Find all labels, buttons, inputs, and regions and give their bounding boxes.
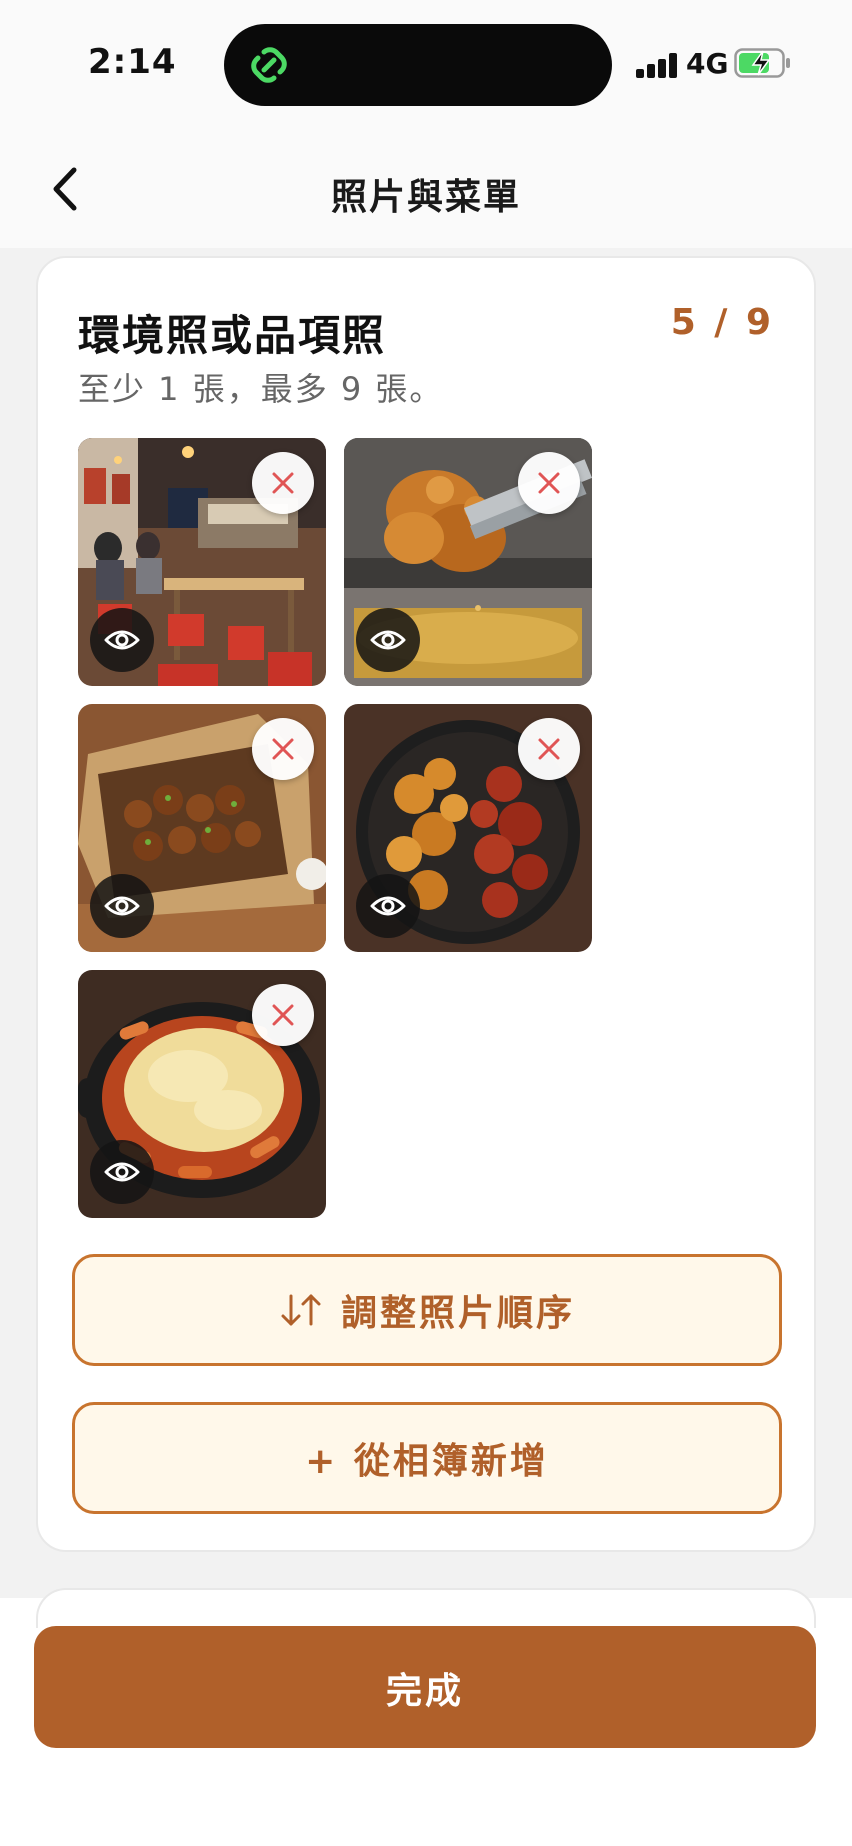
- preview-photo-button[interactable]: [356, 608, 420, 672]
- section-subtitle: 至少 1 張，最多 9 張。: [78, 370, 444, 408]
- photo-tile[interactable]: [78, 438, 326, 686]
- photos-section-card: 環境照或品項照 5 / 9 至少 1 張，最多 9 張。 調整照片順序 + 從相…: [36, 256, 816, 1552]
- reorder-button-label: 調整照片順序: [340, 1293, 575, 1334]
- close-icon: [272, 472, 294, 494]
- delete-photo-button[interactable]: [518, 718, 580, 780]
- eye-icon: [104, 630, 140, 650]
- battery-charging-icon: [734, 48, 790, 78]
- photo-tile[interactable]: [78, 704, 326, 952]
- preview-photo-button[interactable]: [356, 874, 420, 938]
- preview-photo-button[interactable]: [90, 608, 154, 672]
- dynamic-island: [224, 24, 612, 106]
- network-type: 4G: [686, 47, 729, 80]
- delete-photo-button[interactable]: [252, 984, 314, 1046]
- close-icon: [272, 1004, 294, 1026]
- delete-photo-button[interactable]: [518, 452, 580, 514]
- signal-icon: [636, 52, 680, 78]
- reorder-photos-button[interactable]: 調整照片順序: [72, 1254, 782, 1366]
- add-button-label: + 從相簿新增: [305, 1441, 549, 1482]
- preview-photo-button[interactable]: [90, 874, 154, 938]
- eye-icon: [370, 896, 406, 916]
- close-icon: [538, 738, 560, 760]
- eye-icon: [104, 896, 140, 916]
- eye-icon: [370, 630, 406, 650]
- close-icon: [538, 472, 560, 494]
- status-bar: 2:14 4G: [0, 0, 852, 130]
- add-from-album-button[interactable]: + 從相簿新增: [72, 1402, 782, 1514]
- done-button-label: 完成: [385, 1671, 464, 1712]
- page-title: 照片與菜單: [330, 177, 521, 218]
- photo-tile[interactable]: [344, 704, 592, 952]
- delete-photo-button[interactable]: [252, 452, 314, 514]
- close-icon: [272, 738, 294, 760]
- sort-arrows-icon: [281, 1294, 321, 1326]
- photo-tile[interactable]: [344, 438, 592, 686]
- nav-bar: 照片與菜單: [0, 130, 852, 248]
- delete-photo-button[interactable]: [252, 718, 314, 780]
- eye-icon: [104, 1162, 140, 1182]
- done-button[interactable]: 完成: [34, 1626, 816, 1748]
- photo-tile[interactable]: [78, 970, 326, 1218]
- status-time: 2:14: [88, 42, 177, 82]
- photo-counter: 5 / 9: [670, 302, 774, 343]
- preview-photo-button[interactable]: [90, 1140, 154, 1204]
- app-logo-icon: [251, 47, 287, 83]
- next-section-card: [36, 1588, 816, 1628]
- section-title: 環境照或品項照: [78, 311, 387, 360]
